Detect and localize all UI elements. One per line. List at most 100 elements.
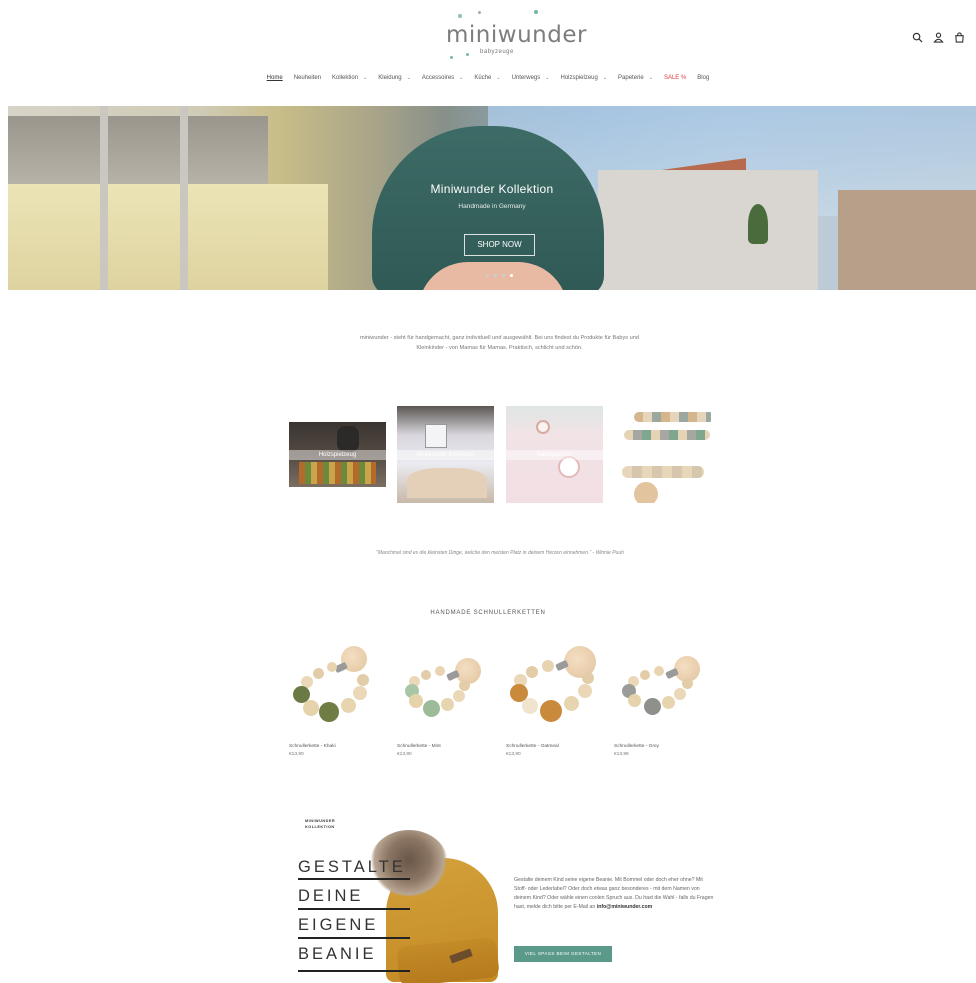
product-price: €13,99 xyxy=(614,752,629,757)
promo-headline-line: GESTALTE xyxy=(298,858,406,876)
logo-dot xyxy=(466,53,469,56)
product-image-part xyxy=(540,700,562,722)
product-image[interactable] xyxy=(614,640,706,730)
product-image[interactable] xyxy=(506,640,598,730)
site-logo[interactable]: miniwunder babyzeuge xyxy=(420,8,586,64)
nav-label: Kleidung xyxy=(378,75,402,81)
nav-label: Home xyxy=(266,75,283,81)
nav-label: Blog xyxy=(697,75,710,81)
product-image-part xyxy=(582,672,594,684)
category-tile-kollektion[interactable]: Miniwunder Kollektion xyxy=(397,406,494,503)
product-name[interactable]: Schnullerkette - Oatmeal xyxy=(506,744,559,749)
product-name[interactable]: Schnullerkette - Grey xyxy=(614,744,659,749)
nav-item-sale[interactable]: SALE % xyxy=(664,75,686,81)
hero-background-building xyxy=(8,184,328,290)
main-nav: Home Neuheiten Kollektion ⌄ Kleidung ⌄ Acc… xyxy=(0,75,976,81)
promo-description: Gestalte deinem Kind seine eigene Beanie… xyxy=(514,876,714,912)
nav-item-home[interactable]: Home xyxy=(267,75,283,81)
hero-pole xyxy=(180,106,188,290)
hero-background-tree xyxy=(748,204,768,244)
product-image[interactable] xyxy=(397,640,489,730)
product-image-part xyxy=(319,702,339,722)
promo-email[interactable]: info@miniwunder.com xyxy=(597,904,653,910)
product-image-part xyxy=(441,698,454,711)
category-tile-holzspielzeug[interactable]: Holzspielzeug xyxy=(289,422,386,487)
product-image-part xyxy=(341,698,356,713)
product-price: €13,90 xyxy=(289,752,304,757)
product-image[interactable] xyxy=(289,640,381,730)
product-image-part xyxy=(435,666,445,676)
product-image-part xyxy=(453,690,465,702)
product-card[interactable]: Schnullerkette - Oatmeal €13,90 xyxy=(506,640,598,757)
nav-item-neuheiten[interactable]: Neuheiten xyxy=(294,75,321,81)
slider-dot-active[interactable] xyxy=(510,274,513,277)
nav-label: SALE % xyxy=(663,75,687,81)
slider-dot[interactable] xyxy=(502,274,505,277)
product-image-part xyxy=(662,696,675,709)
nav-label: Holzspielzeug xyxy=(560,75,598,81)
product-card[interactable]: Schnullerkette - Grey €13,99 xyxy=(614,640,706,757)
category-tile-babygeschirr[interactable]: Babygeschirr xyxy=(506,406,603,503)
hero-title: Miniwunder Kollektion xyxy=(430,182,554,196)
promo-rule xyxy=(298,878,410,880)
promo-rule xyxy=(298,970,410,972)
nav-item-kueche[interactable]: Küche ⌄ xyxy=(474,75,500,81)
shop-now-button[interactable]: SHOP NOW xyxy=(464,234,535,256)
logo-text: miniwunder xyxy=(446,22,587,48)
product-name[interactable]: Schnullerkette - Mint xyxy=(397,744,441,749)
logo-dot xyxy=(534,10,538,14)
chevron-down-icon: ⌄ xyxy=(602,75,608,81)
slider-dot[interactable] xyxy=(494,274,497,277)
category-label: Miniwunder Kollektion xyxy=(397,450,494,460)
product-name[interactable]: Schnullerkette - Khaki xyxy=(289,744,336,749)
promo-headline-line: EIGENE xyxy=(298,916,379,934)
product-card[interactable]: Schnullerkette - Khaki €13,90 xyxy=(289,640,381,757)
promo-headline-line: DEINE xyxy=(298,887,364,905)
nav-item-holzspielzeug[interactable]: Holzspielzeug ⌄ xyxy=(560,75,607,81)
product-image-part xyxy=(353,686,367,700)
cart-icon[interactable] xyxy=(954,30,966,43)
product-image-part xyxy=(644,698,661,715)
hero-pole xyxy=(100,106,108,290)
chevron-down-icon: ⌄ xyxy=(545,75,550,81)
product-image-part xyxy=(357,674,369,686)
nav-item-papeterie[interactable]: Papeterie ⌄ xyxy=(618,75,653,81)
section-title: HANDMADE SCHNULLERKETTEN xyxy=(430,610,546,616)
nav-item-blog[interactable]: Blog xyxy=(697,75,709,81)
slider-dot[interactable] xyxy=(486,274,489,277)
promo-rule xyxy=(298,908,410,910)
product-image-part xyxy=(542,660,554,672)
chevron-down-icon: ⌄ xyxy=(459,75,464,81)
promo-brand-line: KOLLEKTION xyxy=(305,825,335,829)
tile-image-part xyxy=(634,412,711,422)
quote-text: "Manchmal sind es die kleinsten Dinge, w… xyxy=(376,550,624,556)
nav-item-unterwegs[interactable]: Unterwegs ⌄ xyxy=(512,75,550,81)
nav-item-kollektion[interactable]: Kollektion ⌄ xyxy=(332,75,367,81)
promo-brand: MINIWUNDER KOLLEKTION xyxy=(305,818,335,830)
product-image-part xyxy=(682,678,693,689)
product-price: €13,90 xyxy=(397,752,412,757)
category-tile-schnullerketten[interactable]: Schnullerketten xyxy=(614,406,711,503)
product-image-part xyxy=(409,694,423,708)
search-icon[interactable] xyxy=(912,30,924,43)
logo-dot xyxy=(478,11,481,14)
logo-dot xyxy=(450,56,453,59)
chevron-down-icon: ⌄ xyxy=(648,75,653,81)
hero-slider: Miniwunder Kollektion Handmade in German… xyxy=(8,106,976,290)
design-beanie-button[interactable]: VIEL SPASS BEIM GESTALTEN xyxy=(514,946,612,962)
promo-rule xyxy=(298,937,410,939)
tile-image-part xyxy=(624,430,710,440)
nav-item-kleidung[interactable]: Kleidung ⌄ xyxy=(378,75,411,81)
nav-item-accessoires[interactable]: Accessoires ⌄ xyxy=(422,75,464,81)
intro-text: miniwunder - steht für handgemacht, ganz… xyxy=(360,335,639,351)
promo-headline-line: BEANIE xyxy=(298,945,377,963)
product-image-part xyxy=(640,670,650,680)
tile-image-part xyxy=(536,420,550,434)
nav-label: Accessoires xyxy=(421,75,455,81)
product-image-part xyxy=(313,668,324,679)
header-icons xyxy=(912,30,966,43)
tile-image-part xyxy=(337,426,359,452)
product-card[interactable]: Schnullerkette - Mint €13,90 xyxy=(397,640,489,757)
product-image-part xyxy=(455,658,481,684)
user-icon[interactable] xyxy=(933,30,945,43)
